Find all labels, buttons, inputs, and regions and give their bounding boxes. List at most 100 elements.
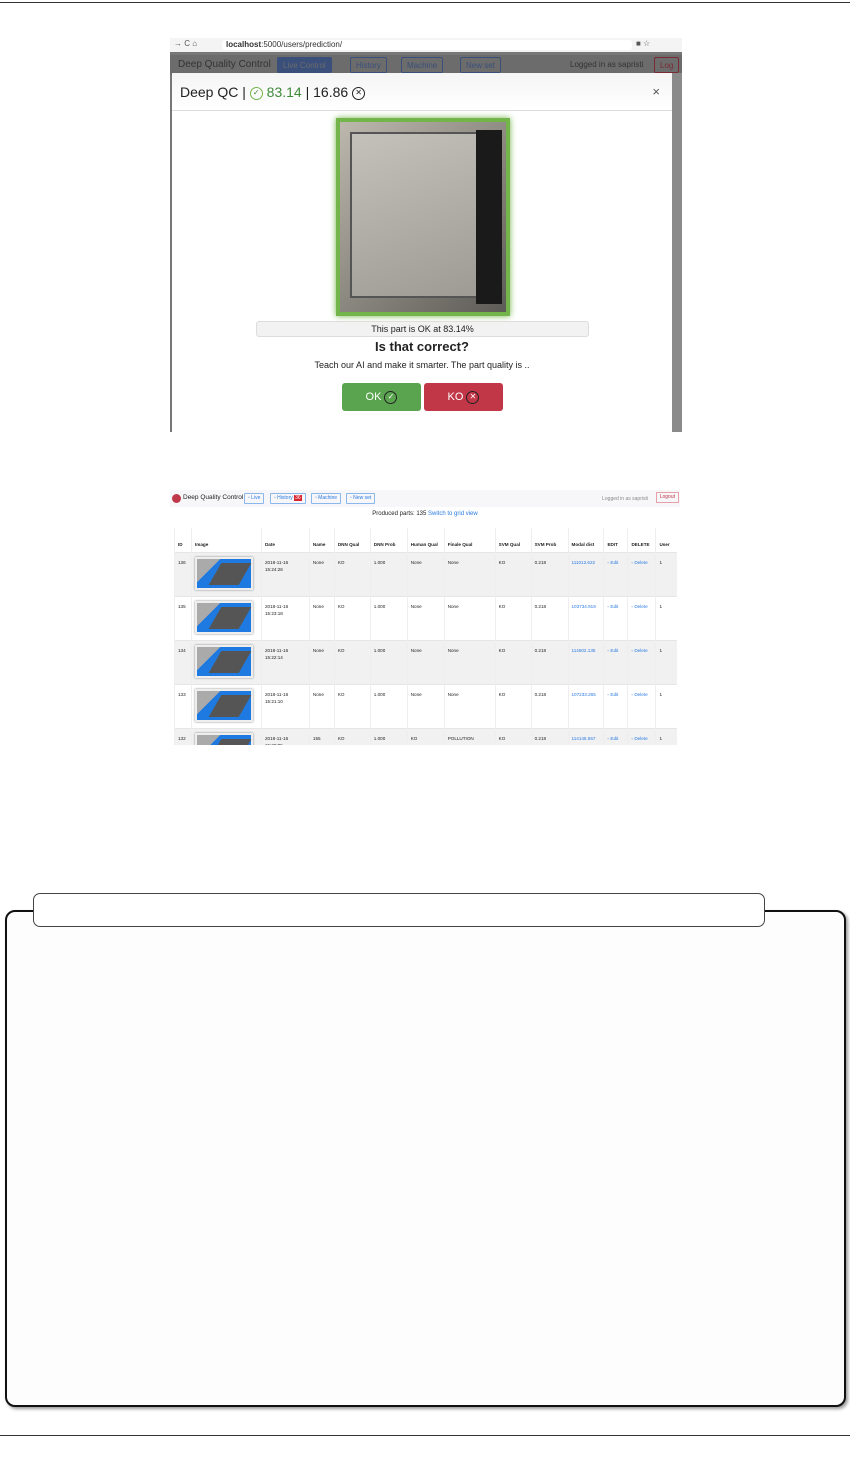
part-thumbnail[interactable] — [194, 732, 253, 745]
human-qual-value: None — [410, 647, 422, 653]
nav-new-set-label: New set — [353, 495, 372, 501]
cell-id: 132 — [174, 727, 192, 745]
ok-label: OK — [365, 391, 382, 403]
part-thumbnail[interactable] — [194, 644, 253, 678]
browser-nav-icons[interactable]: → C ⌂ — [174, 39, 197, 48]
date-value: 2018-11-16 15:21:10 — [264, 691, 289, 704]
modal-dist-value[interactable]: 114145.557 — [572, 736, 596, 741]
nav-new-set[interactable]: New set — [460, 57, 501, 73]
nav-live-control[interactable]: Live Control — [277, 57, 332, 73]
finale-qual-value: None — [447, 603, 459, 609]
svm-qual-value: KO — [498, 647, 506, 653]
cell-dnn-prob: 1.000 — [369, 639, 408, 684]
nav-history[interactable]: ▫ History 36 — [270, 493, 306, 504]
cell-delete: ▫ Delete — [627, 683, 656, 728]
edit-value[interactable]: Edit — [610, 604, 618, 609]
id-value: 133 — [178, 691, 186, 697]
ko-button[interactable]: KO ✕ — [424, 383, 503, 411]
svm-qual-value: KO — [498, 603, 506, 609]
cell-edit: ▫ Edit — [603, 639, 628, 684]
prediction-modal-screenshot: → C ⌂ localhost:5000/users/prediction/ ■… — [170, 38, 682, 432]
name-value: None — [312, 559, 324, 565]
cell-svm-qual: KO — [494, 683, 532, 728]
cell-dnn-qual: KO — [333, 683, 371, 728]
ok-button[interactable]: OK ✓ — [342, 383, 421, 411]
cell-modal-dist: 111012.622 — [567, 551, 604, 596]
cell-modal-dist: 103734.919 — [567, 595, 604, 640]
separator: | — [305, 84, 310, 100]
logout-button[interactable]: Logout — [655, 492, 679, 503]
address-bar[interactable]: localhost:5000/users/prediction/ — [222, 40, 632, 50]
column-header: Name — [308, 528, 335, 552]
cell-delete: ▫ Delete — [627, 639, 656, 684]
cell-id: 136 — [174, 551, 192, 596]
svm-prob-value: 0.218 — [534, 735, 547, 741]
cell-user: 1 — [655, 727, 677, 745]
cell-name: None — [308, 683, 335, 728]
logo-icon — [172, 494, 181, 503]
cell-user: 1 — [655, 683, 677, 728]
delete-value[interactable]: Delete — [634, 736, 647, 741]
date-value: 2018-11-16 15:24:26 — [264, 559, 289, 572]
modal-dist-value[interactable]: 103734.919 — [572, 604, 596, 609]
svm-qual-value: KO — [498, 559, 506, 565]
cell-finale-qual: None — [443, 551, 496, 596]
delete-value[interactable]: Delete — [634, 560, 647, 565]
name-value: None — [312, 691, 324, 697]
ko-score: 16.86 — [313, 84, 349, 100]
dnn-prob-value: 1.000 — [373, 691, 386, 697]
nav-machine[interactable]: ▫ Machine — [311, 493, 342, 504]
part-thumbnail[interactable] — [194, 556, 253, 590]
part-thumbnail[interactable] — [194, 600, 253, 634]
edit-value[interactable]: Edit — [610, 692, 618, 697]
user-value: 1 — [659, 603, 662, 609]
cell-date: 2018-11-16 15:20:05 — [260, 727, 310, 746]
nav-live[interactable]: ▫ Live — [244, 493, 265, 504]
column-header: DNN Qual — [333, 528, 371, 552]
reject-stamp-icon: ✕ — [352, 86, 366, 100]
nav-machine[interactable]: Machine — [401, 57, 444, 73]
close-button[interactable]: × — [652, 73, 660, 111]
user-value: 1 — [659, 691, 662, 697]
table-row: 135 2018-11-16 15:23:18 None KO 1.000 None Non… — [174, 595, 677, 640]
edit-value[interactable]: Edit — [610, 736, 618, 741]
cell-date: 2018-11-16 15:24:26 — [260, 551, 310, 596]
empty-figure-box — [5, 910, 846, 1407]
date-value: 2018-11-16 15:20:05 — [264, 735, 289, 746]
svm-qual-value: KO — [498, 735, 506, 741]
column-header: Date — [260, 528, 310, 552]
produced-count: Produced parts: 135 — [372, 511, 427, 517]
cell-edit: ▫ Edit — [603, 727, 628, 745]
modal-dist-value[interactable]: 107233.265 — [572, 692, 596, 697]
star-icon[interactable]: ■ ☆ — [636, 39, 650, 48]
ko-label: KO — [447, 391, 464, 403]
edit-value[interactable]: Edit — [610, 648, 618, 653]
browser-toolbar: → C ⌂ localhost:5000/users/prediction/ ■… — [170, 38, 682, 52]
part-thumbnail[interactable] — [194, 688, 253, 722]
dnn-prob-value: 1.000 — [373, 603, 386, 609]
date-value: 2018-11-16 15:22:14 — [264, 647, 289, 660]
human-qual-value: KO — [410, 735, 418, 741]
column-header: EDIT — [603, 528, 628, 552]
switch-grid-link[interactable]: Switch to grid view — [428, 511, 478, 517]
url-path: :5000/users/prediction/ — [261, 40, 343, 49]
nav-new-set[interactable]: ▫ New set — [346, 493, 376, 504]
delete-value[interactable]: Delete — [634, 604, 647, 609]
image-cell — [190, 639, 262, 684]
delete-value[interactable]: Delete — [634, 648, 647, 653]
brand[interactable]: Deep Quality Control — [178, 55, 271, 75]
nav-history[interactable]: History — [350, 57, 387, 73]
navbar: Deep Quality Control ▫ Live ▫ History 36… — [170, 490, 680, 507]
edit-value[interactable]: Edit — [610, 560, 618, 565]
modal-dist-value[interactable]: 114502.135 — [572, 648, 596, 653]
brand[interactable]: Deep Quality Control — [183, 494, 243, 501]
cell-name: None — [308, 551, 335, 596]
table-row: 132 2018-11-16 15:20:05 155 KO 1.000 KO POLLUT… — [174, 727, 677, 746]
delete-value[interactable]: Delete — [634, 692, 647, 697]
id-value: 132 — [178, 735, 186, 741]
logout-button[interactable]: Log — [654, 57, 680, 73]
cell-name: None — [308, 595, 335, 640]
modal-dist-value[interactable]: 111012.622 — [572, 560, 596, 565]
cell-svm-prob: 0.218 — [530, 727, 568, 745]
question-heading: Is that correct? — [375, 339, 469, 354]
